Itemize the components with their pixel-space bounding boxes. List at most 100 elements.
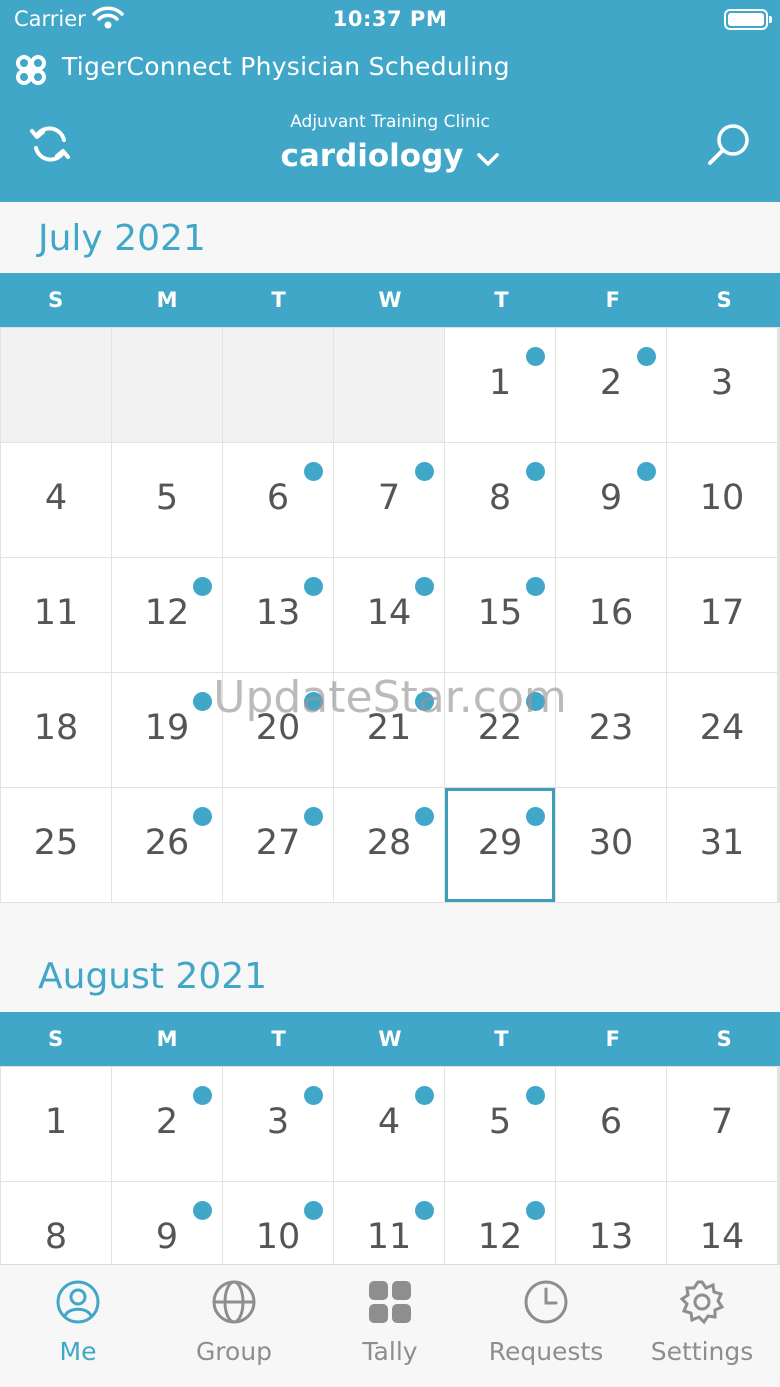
tab-group-label: Group: [195, 1337, 273, 1366]
tab-tally-label: Tally: [362, 1337, 418, 1366]
day-number: 21: [366, 708, 412, 748]
day-cell[interactable]: 3: [223, 1067, 333, 1181]
shift-indicator-dot: [304, 577, 323, 596]
day-number: 16: [588, 593, 634, 633]
day-number: 25: [33, 823, 79, 863]
day-cell[interactable]: 5: [445, 1067, 555, 1181]
day-number: 3: [266, 1102, 290, 1142]
weekday-label: F: [605, 288, 620, 312]
shift-indicator-dot: [526, 462, 545, 481]
day-number: 11: [33, 593, 79, 633]
day-cell[interactable]: 9: [556, 443, 666, 557]
day-cell[interactable]: 3: [667, 328, 777, 442]
day-number: 29: [477, 823, 523, 863]
day-cell-today[interactable]: 29: [445, 788, 555, 902]
department-selector[interactable]: cardiology: [0, 138, 780, 176]
day-cell[interactable]: 24: [667, 673, 777, 787]
day-cell[interactable]: 5: [112, 443, 222, 557]
day-number: 2: [155, 1102, 179, 1142]
shift-indicator-dot: [526, 807, 545, 826]
status-bar: Carrier 10:37 PM: [0, 0, 780, 40]
day-cell[interactable]: 23: [556, 673, 666, 787]
day-number: 30: [588, 823, 634, 863]
day-cell[interactable]: 27: [223, 788, 333, 902]
day-number: 24: [699, 708, 745, 748]
week-row: 25 26 27 28 29 30 31: [1, 788, 778, 902]
tab-me[interactable]: Me: [0, 1265, 156, 1387]
tab-requests-label: Requests: [488, 1337, 604, 1366]
day-number: 15: [477, 593, 523, 633]
day-number: 1: [488, 363, 512, 403]
day-cell[interactable]: 20: [223, 673, 333, 787]
shift-indicator-dot: [415, 1201, 434, 1220]
day-cell[interactable]: 26: [112, 788, 222, 902]
day-number: 14: [699, 1217, 745, 1257]
day-cell[interactable]: 6: [556, 1067, 666, 1181]
day-cell[interactable]: 17: [667, 558, 777, 672]
person-icon: [55, 1279, 101, 1329]
gear-icon: [679, 1279, 725, 1329]
shift-indicator-dot: [526, 692, 545, 711]
shift-indicator-dot: [415, 692, 434, 711]
day-cell[interactable]: 8: [445, 443, 555, 557]
day-cell[interactable]: 31: [667, 788, 777, 902]
day-cell[interactable]: 25: [1, 788, 111, 902]
tab-group[interactable]: Group: [156, 1265, 312, 1387]
nav-bar: Adjuvant Training Clinic cardiology: [0, 100, 780, 200]
weekday-label: S: [716, 1027, 732, 1051]
weekday-header: SMTWTFS: [0, 1012, 780, 1066]
day-cell[interactable]: 14: [334, 558, 444, 672]
empty-day-cell: [334, 328, 444, 442]
day-cell[interactable]: 4: [1, 443, 111, 557]
day-number: 7: [377, 478, 401, 518]
shift-indicator-dot: [193, 1086, 212, 1105]
battery-icon: [724, 9, 772, 30]
app-header: Carrier 10:37 PM TigerConnect Physician …: [0, 0, 780, 202]
tab-tally[interactable]: Tally: [312, 1265, 468, 1387]
day-number: 6: [599, 1102, 623, 1142]
search-button[interactable]: [706, 122, 752, 172]
day-cell[interactable]: 18: [1, 673, 111, 787]
tab-requests[interactable]: Requests: [468, 1265, 624, 1387]
day-cell[interactable]: 16: [556, 558, 666, 672]
day-cell[interactable]: 1: [1, 1067, 111, 1181]
weekday-label: T: [271, 288, 286, 312]
day-number: 13: [255, 593, 301, 633]
day-cell[interactable]: 28: [334, 788, 444, 902]
day-cell[interactable]: 30: [556, 788, 666, 902]
empty-day-cell: [1, 328, 111, 442]
tab-settings[interactable]: Settings: [624, 1265, 780, 1387]
day-cell[interactable]: 10: [667, 443, 777, 557]
day-cell[interactable]: 11: [1, 558, 111, 672]
day-cell[interactable]: 7: [334, 443, 444, 557]
day-cell[interactable]: 21: [334, 673, 444, 787]
day-number: 20: [255, 708, 301, 748]
day-number: 31: [699, 823, 745, 863]
month-title: July 2021: [38, 218, 206, 259]
day-cell[interactable]: 6: [223, 443, 333, 557]
day-cell[interactable]: 12: [112, 558, 222, 672]
day-cell[interactable]: 19: [112, 673, 222, 787]
clinic-name: Adjuvant Training Clinic: [290, 112, 490, 132]
day-cell[interactable]: 2: [112, 1067, 222, 1181]
shift-indicator-dot: [193, 1201, 212, 1220]
shift-indicator-dot: [526, 1201, 545, 1220]
day-cell[interactable]: 4: [334, 1067, 444, 1181]
day-number: 23: [588, 708, 634, 748]
day-cell[interactable]: 13: [223, 558, 333, 672]
day-cell[interactable]: 15: [445, 558, 555, 672]
weekday-header: SMTWTFS: [0, 273, 780, 327]
app-title: TigerConnect Physician Scheduling: [62, 52, 510, 81]
day-number: 12: [144, 593, 190, 633]
day-cell[interactable]: 7: [667, 1067, 777, 1181]
clock-time: 10:37 PM: [332, 7, 448, 31]
shift-indicator-dot: [526, 577, 545, 596]
empty-day-cell: [112, 328, 222, 442]
day-cell[interactable]: 2: [556, 328, 666, 442]
day-number: 11: [366, 1217, 412, 1257]
weekday-label: M: [156, 288, 178, 312]
day-number: 4: [377, 1102, 401, 1142]
day-cell[interactable]: 22: [445, 673, 555, 787]
day-cell[interactable]: 1: [445, 328, 555, 442]
day-number: 28: [366, 823, 412, 863]
